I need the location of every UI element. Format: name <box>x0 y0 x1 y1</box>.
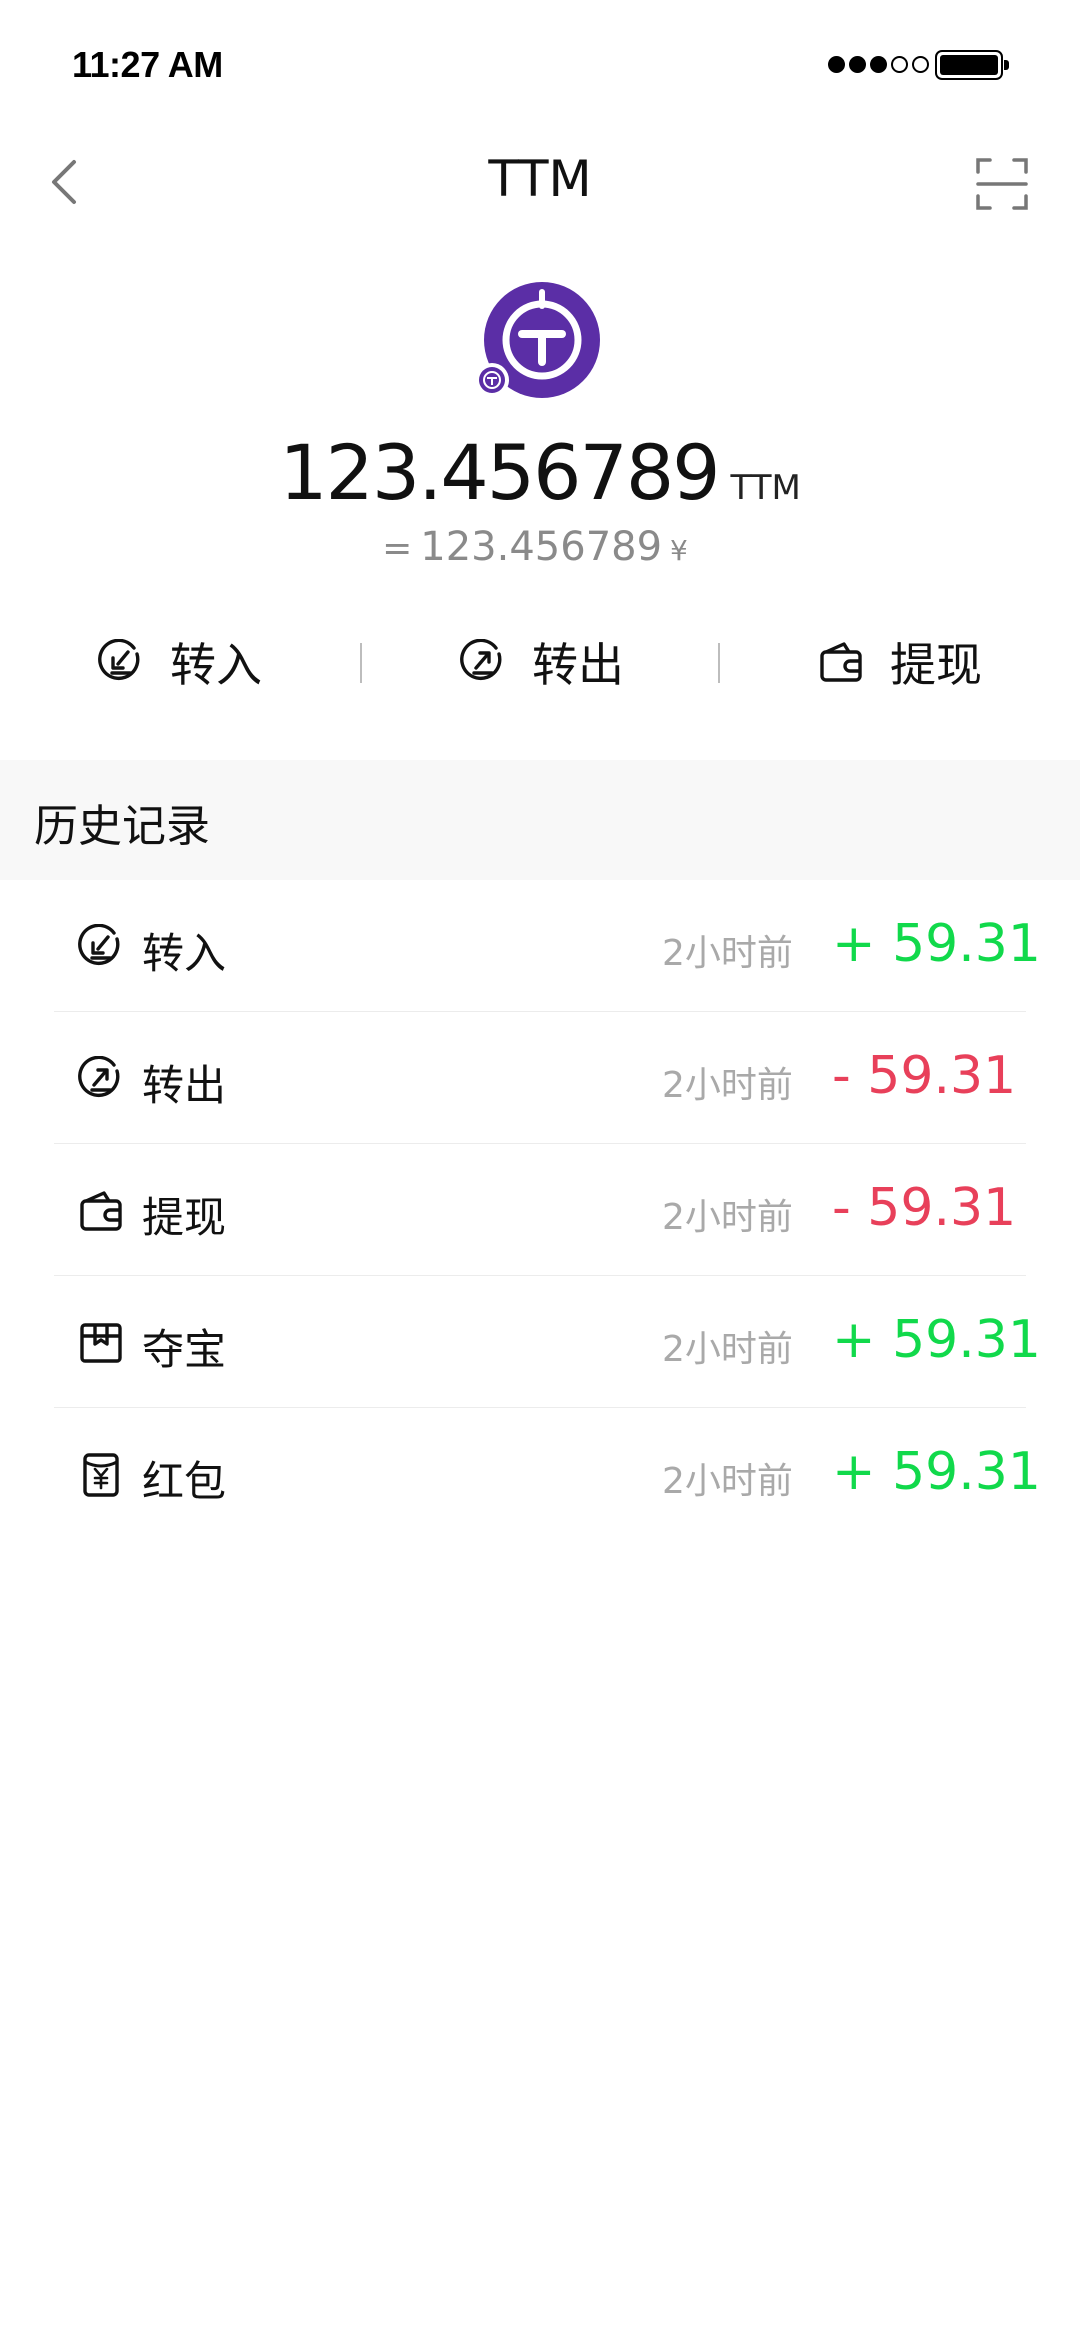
history-label: 转入 <box>142 929 227 978</box>
receive-icon <box>78 924 120 966</box>
history-amount: + 59.31 <box>832 1310 1041 1370</box>
send-label: 转出 <box>532 638 624 692</box>
wallet-icon <box>80 1191 122 1231</box>
action-bar: 转入 转出 提现 <box>0 620 1080 704</box>
history-time: 2小时前 <box>662 1329 793 1370</box>
receive-icon <box>98 639 140 681</box>
history-time: 2小时前 <box>662 933 793 974</box>
history-header: 历史记录 <box>0 760 1080 880</box>
withdraw-button[interactable]: 提现 <box>818 620 982 704</box>
fiat-unit: ¥ <box>670 534 688 567</box>
history-row-treasure[interactable]: 夺宝 2小时前 + 59.31 <box>0 1276 1080 1408</box>
history-title: 历史记录 <box>34 801 210 852</box>
history-row-send[interactable]: 转出 2小时前 - 59.31 <box>0 1012 1080 1144</box>
scan-button[interactable] <box>976 158 1028 210</box>
history-time: 2小时前 <box>662 1197 793 1238</box>
signal-strength-icon <box>828 56 929 73</box>
history-label: 夺宝 <box>142 1325 227 1374</box>
divider <box>718 643 720 683</box>
coin-logo-icon <box>475 280 606 408</box>
history-label: 提现 <box>142 1193 227 1242</box>
send-icon <box>78 1056 120 1098</box>
balance-amount: 123.456789 <box>279 428 720 517</box>
history-row-receive[interactable]: 转入 2小时前 + 59.31 <box>0 880 1080 1012</box>
fiat-prefix: = <box>382 528 413 569</box>
fiat-value-row: = 123.456789 ¥ <box>0 524 1080 570</box>
send-icon <box>460 639 502 681</box>
page-title: TTM <box>488 150 592 208</box>
history-row-red-packet[interactable]: 红包 2小时前 + 59.31 <box>0 1408 1080 1540</box>
battery-icon <box>935 50 1003 80</box>
history-list: 转入 2小时前 + 59.31 转出 2小时前 - 59.31 提现 2小时前 … <box>0 880 1080 1540</box>
treasure-box-icon <box>80 1323 122 1363</box>
wallet-icon <box>820 642 862 682</box>
red-packet-icon <box>83 1453 119 1497</box>
history-time: 2小时前 <box>662 1461 793 1502</box>
balance-row: 123.456789 TTM <box>0 428 1080 517</box>
history-row-withdraw[interactable]: 提现 2小时前 - 59.31 <box>0 1144 1080 1276</box>
scan-icon <box>976 158 1028 210</box>
history-time: 2小时前 <box>662 1065 793 1106</box>
receive-label: 转入 <box>170 638 262 692</box>
receive-button[interactable]: 转入 <box>98 620 262 704</box>
history-label: 红包 <box>142 1457 227 1506</box>
balance-unit: TTM <box>730 468 801 508</box>
status-time: 11:27 AM <box>72 44 223 85</box>
withdraw-label: 提现 <box>890 638 982 692</box>
fiat-value: 123.456789 <box>420 524 663 570</box>
history-amount: + 59.31 <box>832 914 1041 974</box>
wallet-detail-page: 11:27 AM TTM 123.456789 TTM = 123.456789… <box>0 0 1080 2337</box>
history-amount: - 59.31 <box>832 1178 1017 1238</box>
divider <box>360 643 362 683</box>
history-amount: - 59.31 <box>832 1046 1017 1106</box>
history-amount: + 59.31 <box>832 1442 1041 1502</box>
history-label: 转出 <box>142 1061 227 1110</box>
send-button[interactable]: 转出 <box>460 620 624 704</box>
